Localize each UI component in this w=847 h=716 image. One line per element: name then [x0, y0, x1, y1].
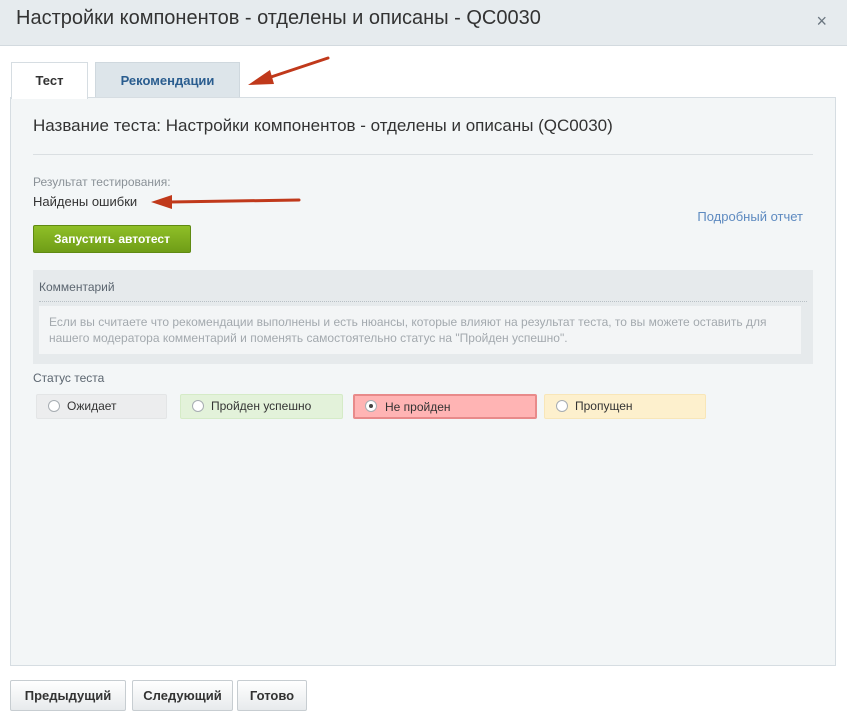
arrow-to-result-value [151, 195, 301, 209]
annotation-arrows [151, 56, 330, 209]
arrow-to-recommendations-tab [248, 56, 330, 85]
tab-test[interactable]: Тест [11, 62, 88, 99]
